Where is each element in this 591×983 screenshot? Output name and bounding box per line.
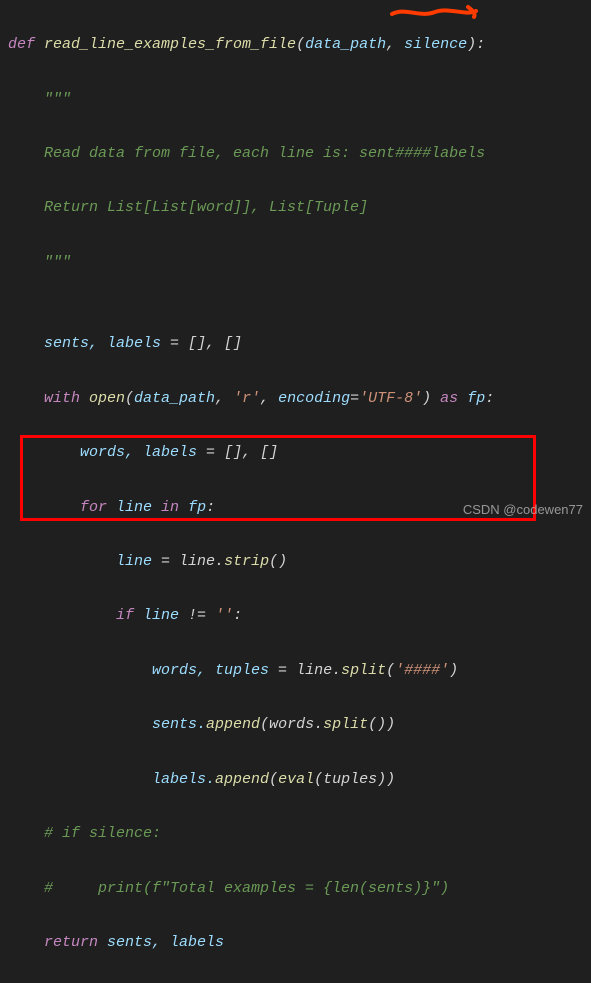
code-line: return sents, labels (8, 929, 591, 956)
docstring-line: """ (8, 249, 591, 276)
function-name: read_line_examples_from_file (35, 36, 296, 53)
docstring-line: Read data from file, each line is: sent#… (8, 140, 591, 167)
comment-line: # if silence: (8, 820, 591, 847)
watermark-text: CSDN @codewen77 (463, 496, 583, 523)
code-line: words, labels = [], [] (8, 439, 591, 466)
code-line: labels.append(eval(tuples)) (8, 766, 591, 793)
code-editor[interactable]: def read_line_examples_from_file(data_pa… (0, 0, 591, 983)
param-silence: silence (404, 36, 467, 53)
code-line: words, tuples = line.split('####') (8, 657, 591, 684)
param-data-path: data_path (305, 36, 386, 53)
code-line: line = line.strip() (8, 548, 591, 575)
docstring-line: """ (8, 86, 591, 113)
code-line: if line != '': (8, 602, 591, 629)
code-line: with open(data_path, 'r', encoding='UTF-… (8, 385, 591, 412)
code-line: def read_line_examples_from_file(data_pa… (8, 31, 591, 58)
keyword-def: def (8, 36, 35, 53)
docstring-line: Return List[List[word]], List[Tuple] (8, 194, 591, 221)
comment-line: # print(f"Total examples = {len(sents)}"… (8, 875, 591, 902)
code-line: sents.append(words.split()) (8, 711, 591, 738)
code-line: sents, labels = [], [] (8, 330, 591, 357)
